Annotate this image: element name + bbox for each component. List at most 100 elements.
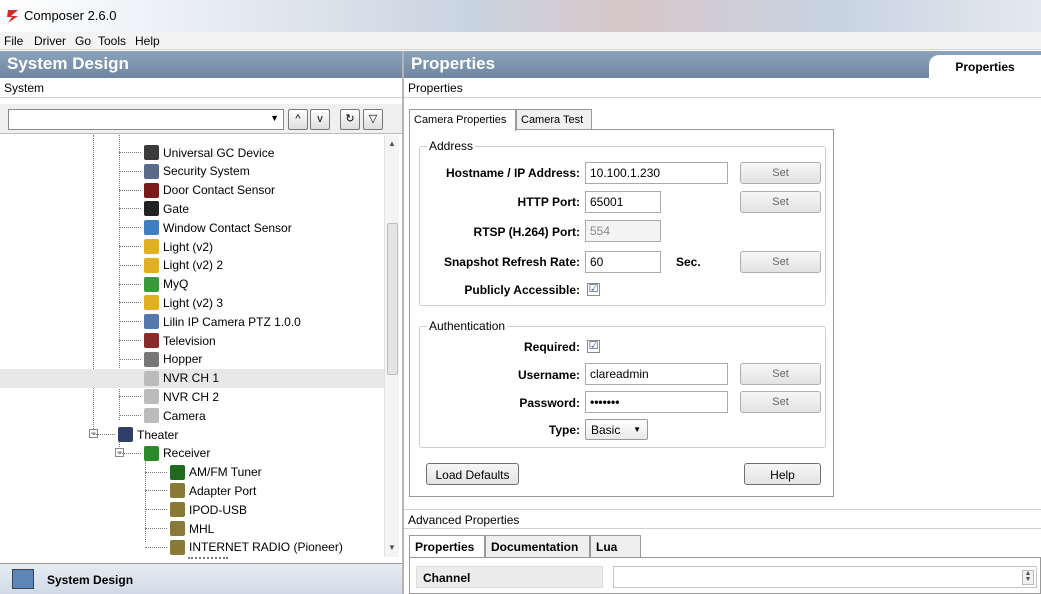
tree-item[interactable]: Hopper <box>144 350 202 369</box>
properties-view-tab[interactable]: Properties <box>929 55 1041 78</box>
device-icon <box>144 389 159 405</box>
username-label: Username: <box>517 368 580 382</box>
properties-header: Properties Properties <box>404 51 1041 78</box>
spinner-icon[interactable]: ▲ ▼ <box>1022 570 1034 585</box>
tree-item[interactable]: NVR CH 1 <box>0 368 384 388</box>
snapshot-rate-set-button[interactable]: Set <box>740 251 821 273</box>
tree-item[interactable]: Television <box>144 331 216 350</box>
tree-item-label: Light (v2) <box>163 239 214 254</box>
tree-item[interactable]: Adapter Port <box>170 481 256 500</box>
device-icon <box>144 257 159 273</box>
tree-item[interactable]: IPOD-USB <box>170 500 247 519</box>
required-checkbox[interactable]: ☑ <box>587 340 600 353</box>
move-up-button[interactable]: ^ <box>288 109 308 130</box>
device-icon <box>144 295 159 311</box>
tree-item[interactable]: INTERNET RADIO (Pioneer) <box>170 538 343 557</box>
tree-connector <box>119 227 141 229</box>
tree-item[interactable]: Gate <box>144 199 189 218</box>
rtsp-port-input[interactable]: 554 <box>585 220 661 242</box>
chevron-down-icon: ▼ <box>270 113 279 123</box>
tab-lua[interactable]: Lua <box>590 535 641 557</box>
username-set-button[interactable]: Set <box>740 363 821 385</box>
password-set-button[interactable]: Set <box>740 391 821 413</box>
password-label: Password: <box>519 396 580 410</box>
hostname-input[interactable]: 10.100.1.230 <box>585 162 728 184</box>
tree-item-label: INTERNET RADIO (Pioneer) <box>189 540 343 555</box>
system-subheader: System <box>0 78 402 98</box>
tree-item[interactable]: Light (v2) 3 <box>144 293 223 312</box>
navigator-footer[interactable]: System Design <box>0 563 402 594</box>
scroll-thumb[interactable] <box>387 223 398 375</box>
publicly-accessible-checkbox[interactable]: ☑ <box>587 283 600 296</box>
tree-item[interactable]: Window Contact Sensor <box>144 218 292 237</box>
tree-item[interactable]: Light (v2) <box>144 237 213 256</box>
tree-item[interactable]: MHL <box>170 519 214 538</box>
device-icon <box>144 408 159 424</box>
advanced-properties-subheader: Advanced Properties <box>404 509 1041 529</box>
tree-scrollbar[interactable]: ▲ ▼ <box>384 135 399 557</box>
load-defaults-button[interactable]: Load Defaults <box>426 463 519 485</box>
window-title: Composer 2.6.0 <box>24 8 117 23</box>
snapshot-unit-label: Sec. <box>676 255 701 269</box>
hostname-set-button[interactable]: Set <box>740 162 821 184</box>
tree-item[interactable]: MyQ <box>144 275 188 294</box>
snapshot-rate-label: Snapshot Refresh Rate: <box>443 255 580 269</box>
tree-item-label: IPOD-USB <box>189 502 248 517</box>
tree-item[interactable]: AM/FM Tuner <box>170 463 262 482</box>
tree-item-label: Door Contact Sensor <box>163 183 276 198</box>
auth-type-value: Basic <box>591 423 621 437</box>
tree-connector <box>119 321 141 323</box>
tree-item[interactable]: Receiver <box>144 444 210 463</box>
scroll-down-icon[interactable]: ▼ <box>388 543 396 552</box>
snapshot-rate-input[interactable]: 60 <box>585 251 661 273</box>
tab-camera-test[interactable]: Camera Test <box>516 109 592 130</box>
tab-camera-properties[interactable]: Camera Properties <box>409 109 516 131</box>
tree-connector <box>145 471 167 473</box>
channel-input[interactable]: ▲ ▼ <box>613 566 1037 588</box>
tree-item[interactable]: Security System <box>144 162 250 181</box>
device-icon <box>144 276 159 292</box>
menu-file[interactable]: File <box>4 34 23 48</box>
help-button[interactable]: Help <box>744 463 821 485</box>
scroll-up-icon[interactable]: ▲ <box>388 139 396 148</box>
tab-properties[interactable]: Properties <box>409 535 485 557</box>
http-port-label: HTTP Port: <box>517 195 580 209</box>
menu-help[interactable]: Help <box>135 34 160 48</box>
tree-connector <box>145 528 167 529</box>
tree-item[interactable]: Universal GC Device <box>144 143 274 162</box>
rtsp-port-label: RTSP (H.264) Port: <box>473 225 580 239</box>
type-label: Type: <box>548 423 580 437</box>
tree-connector <box>119 170 141 172</box>
publicly-accessible-label: Publicly Accessible: <box>464 283 580 297</box>
menu-driver[interactable]: Driver <box>34 34 66 48</box>
tree-connector <box>119 358 141 360</box>
tab-documentation[interactable]: Documentation <box>485 535 590 557</box>
http-port-input[interactable]: 65001 <box>585 191 661 213</box>
footer-label: System Design <box>47 573 134 587</box>
http-port-set-button[interactable]: Set <box>740 191 821 213</box>
move-down-button[interactable]: v <box>310 109 330 130</box>
filter-button[interactable]: ▽ <box>363 109 383 130</box>
tree-item-label: Theater <box>137 427 179 442</box>
device-icon <box>144 333 159 348</box>
menu-go[interactable]: Go <box>75 34 91 48</box>
filter-icon: ▽ <box>368 113 378 125</box>
device-icon <box>170 539 185 555</box>
device-icon <box>118 427 133 442</box>
auth-type-select[interactable]: Basic ▼ <box>585 419 648 440</box>
panel-resize-grip[interactable] <box>188 557 228 561</box>
tree-item[interactable]: Lilin IP Camera PTZ 1.0.0 <box>144 312 301 331</box>
tree-item[interactable]: Light (v2) 2 <box>144 256 223 275</box>
tree-item[interactable]: Camera <box>144 406 206 425</box>
tree-filter-dropdown[interactable]: ▼ <box>8 109 284 130</box>
password-input[interactable]: ••••••• <box>585 391 728 413</box>
authentication-group-title: Authentication <box>427 319 508 333</box>
tree-item[interactable]: Door Contact Sensor <box>144 181 275 200</box>
refresh-button[interactable]: ↻ <box>340 109 360 130</box>
tree-item[interactable]: Theater <box>118 425 178 444</box>
tree-item[interactable]: NVR CH 2 <box>144 387 219 406</box>
menu-tools[interactable]: Tools <box>98 34 126 48</box>
device-icon <box>170 502 185 518</box>
username-input[interactable]: clareadmin <box>585 363 728 385</box>
system-design-header: System Design <box>0 51 402 78</box>
